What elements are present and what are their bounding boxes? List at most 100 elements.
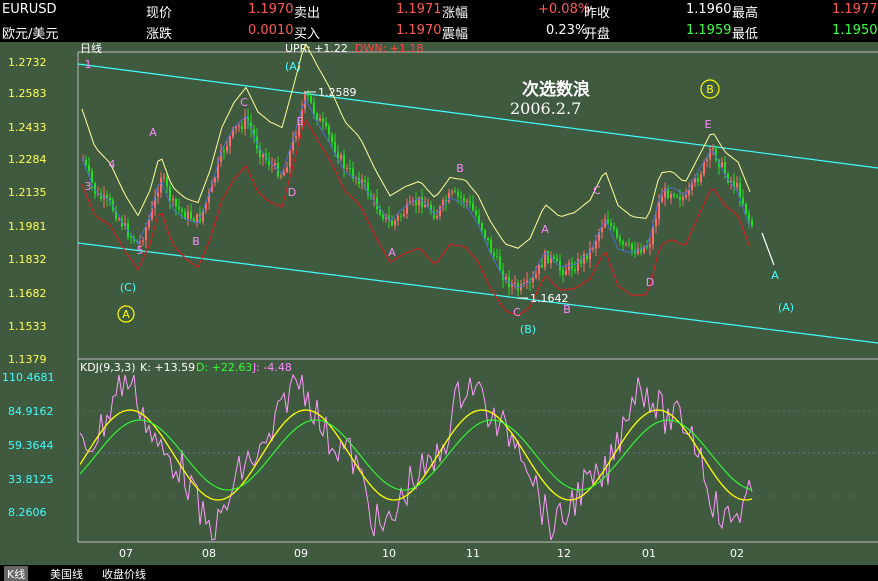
lower-channel-line — [77, 242, 878, 344]
candle-body — [226, 145, 228, 152]
value-price: 1.1970 — [248, 2, 294, 17]
candle-body — [631, 243, 633, 250]
candle-body — [373, 197, 375, 199]
candle-body — [613, 226, 615, 230]
candle-body — [169, 186, 171, 201]
candle-body — [736, 182, 738, 188]
candle-body — [571, 262, 573, 270]
candle-body — [457, 191, 459, 197]
wave-label: 4 — [109, 158, 116, 171]
chart-window: { "header": { "symbol": "EURUSD", "symbo… — [0, 0, 878, 581]
candle-body — [625, 243, 627, 245]
candle-body — [163, 176, 165, 178]
candle-body — [241, 125, 243, 130]
candle-body — [649, 244, 651, 248]
candle-body — [475, 210, 477, 216]
wave-label: (A) — [285, 60, 301, 73]
tab-us-line[interactable]: 美国线 — [50, 566, 83, 581]
price-tick: 1.2135 — [8, 186, 47, 199]
candle-body — [313, 102, 315, 114]
wave-date: 2006.2.7 — [510, 99, 581, 118]
wave-label: (C) — [120, 281, 136, 294]
kdj-k-value: K: +13.59 — [140, 361, 195, 374]
wave-label: 3 — [85, 180, 92, 193]
candle-body — [190, 211, 192, 219]
candle-body — [472, 203, 474, 211]
tab-kline[interactable]: K线 — [4, 566, 29, 581]
candle-body — [667, 188, 669, 198]
value-high: 1.1977 — [832, 2, 878, 17]
candle-body — [175, 199, 177, 207]
wave-label: E — [705, 118, 712, 131]
candle-body — [712, 148, 714, 150]
wave-label: C — [593, 184, 601, 197]
symbol-name: 欧元/美元 — [2, 27, 59, 42]
candle-body — [682, 197, 684, 200]
candle-body — [493, 252, 495, 256]
candle-body — [655, 218, 657, 227]
price-tick: 1.1379 — [8, 353, 47, 366]
candle-body — [319, 118, 321, 121]
candle-body — [460, 196, 462, 198]
label-prev-close: 昨收 — [584, 6, 611, 21]
kdj-j-line — [79, 373, 753, 541]
candle-body — [394, 220, 396, 226]
label-open: 开盘 — [584, 27, 611, 42]
candle-body — [130, 236, 132, 238]
candle-body — [616, 229, 618, 238]
candle-body — [670, 194, 672, 198]
label-sell: 卖出 — [294, 6, 321, 21]
chart-canvas[interactable]: 1.2732 1.2583 1.2433 1.2284 1.2135 1.198… — [0, 42, 878, 565]
circled-label-b: B — [700, 79, 720, 99]
kdj-d-line — [79, 419, 753, 491]
candle-body — [532, 277, 534, 283]
tab-close-line[interactable]: 收盘价线 — [102, 566, 146, 581]
candle-body — [436, 215, 438, 219]
label-price: 现价 — [146, 6, 173, 21]
price-tick: 1.1533 — [8, 320, 47, 333]
kdj-name: KDJ(9,3,3) — [80, 361, 136, 374]
candle-body — [166, 176, 168, 187]
candle-body — [325, 122, 327, 127]
value-change: 0.0010 — [248, 23, 294, 38]
wave-label: B — [456, 162, 464, 175]
candle-body — [322, 118, 324, 123]
candle-body — [499, 256, 501, 271]
wave-label: E — [297, 115, 304, 128]
wave-label: D — [288, 186, 296, 199]
wave-label: A — [149, 126, 157, 139]
candle-body — [541, 264, 543, 268]
candle-body — [607, 219, 609, 224]
candle-body — [514, 282, 516, 284]
label-low: 最低 — [732, 27, 759, 42]
candle-body — [415, 200, 417, 206]
x-tick: 07 — [119, 547, 133, 560]
candle-body — [238, 125, 240, 127]
candle-body — [280, 175, 282, 177]
candle-body — [343, 155, 345, 169]
value-amplitude: 0.23% — [546, 23, 588, 38]
wave-labels: 1 4 3 5 A B C D E (A) (C) A B C A B C D E (B) A (A) — [85, 58, 795, 336]
candle-body — [538, 264, 540, 274]
candle-body — [229, 136, 231, 146]
candlesticks — [82, 89, 753, 297]
candle-body — [274, 162, 276, 166]
candle-body — [562, 269, 564, 275]
wave-label: (A) — [778, 301, 794, 314]
candle-body — [424, 204, 426, 207]
wave-label: C — [513, 306, 521, 319]
candle-body — [724, 162, 726, 175]
candle-body — [310, 95, 312, 103]
candle-body — [556, 258, 558, 262]
high-marker: 1.2589 — [318, 86, 357, 99]
candle-body — [565, 270, 567, 275]
wave-label: A — [388, 246, 396, 259]
circled-b-text: B — [706, 83, 714, 96]
price-tick: 1.2433 — [8, 121, 47, 134]
candle-body — [697, 178, 699, 182]
candle-body — [490, 239, 492, 253]
candle-body — [619, 237, 621, 242]
candle-body — [346, 167, 348, 169]
price-tick: 1.1682 — [8, 287, 47, 300]
candle-body — [496, 255, 498, 257]
